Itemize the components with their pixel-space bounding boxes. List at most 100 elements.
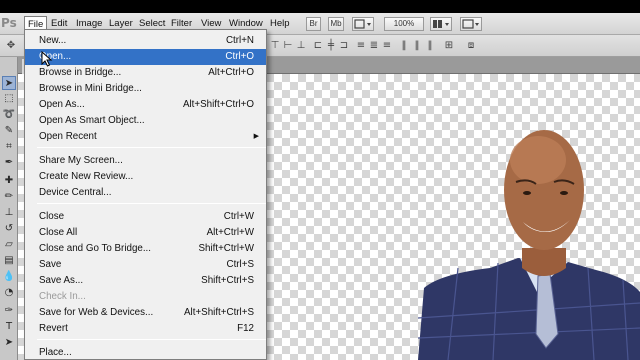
menu-separator: [37, 147, 266, 148]
dodge-tool-icon[interactable]: ◔: [2, 286, 16, 300]
eraser-tool-icon[interactable]: ▱: [2, 238, 16, 252]
photoshop-logo: Ps: [1, 16, 17, 30]
quick-selection-tool-icon[interactable]: ✎: [2, 124, 16, 138]
menu-item-label: Share My Screen...: [39, 155, 123, 166]
screen-mode-dropdown[interactable]: [460, 17, 482, 31]
menu-item-check-in: Check In...: [25, 289, 266, 305]
align-bottom-icon[interactable]: ⊥: [296, 40, 306, 51]
align-top-icon[interactable]: ⊤: [270, 40, 280, 51]
menu-item-shortcut: Ctrl+O: [225, 51, 254, 62]
menu-help[interactable]: Help: [267, 16, 293, 32]
crop-tool-icon[interactable]: ⌗: [2, 140, 16, 154]
screen-mode-icon: [462, 19, 479, 29]
menu-item-shortcut: F12: [237, 323, 254, 334]
blur-tool-icon[interactable]: 💧: [2, 270, 16, 284]
pen-tool-icon[interactable]: ✑: [2, 304, 16, 318]
menu-item-label: Open As Smart Object...: [39, 115, 145, 126]
align-vcenter-icon[interactable]: ⊢: [283, 40, 293, 51]
menu-item-new[interactable]: New... Ctrl+N: [25, 33, 266, 49]
menu-item-save[interactable]: Save Ctrl+S: [25, 257, 266, 273]
move-tool-icon[interactable]: ➤: [2, 76, 16, 90]
menu-item-label: New...: [39, 35, 67, 46]
clone-stamp-tool-icon[interactable]: ⊥: [2, 206, 16, 220]
menu-item-shortcut: Alt+Shift+Ctrl+O: [182, 99, 254, 110]
menu-item-shortcut: Ctrl+S: [226, 259, 255, 270]
menu-item-shortcut: Alt+Ctrl+W: [206, 227, 254, 238]
menu-item-close-and-go-to-bridge[interactable]: Close and Go To Bridge... Shift+Ctrl+W: [25, 241, 266, 257]
menu-separator: [37, 203, 266, 204]
bridge-button[interactable]: Br: [306, 17, 321, 31]
menu-item-label: Browse in Bridge...: [39, 67, 122, 78]
view-extras-dropdown[interactable]: [352, 17, 374, 31]
menu-item-shortcut: Alt+Ctrl+O: [208, 67, 254, 78]
arrow-cursor-icon: [41, 51, 53, 67]
menu-item-label: Device Central...: [39, 187, 112, 198]
menu-item-shortcut: Alt+Shift+Ctrl+S: [184, 307, 254, 318]
menu-item-revert[interactable]: Revert F12: [25, 321, 266, 337]
menu-item-device-central[interactable]: Device Central...: [25, 185, 266, 201]
submenu-arrow-icon: ▶: [253, 133, 259, 140]
menu-item-label: Create New Review...: [39, 171, 134, 182]
distribute-right-icon[interactable]: ‖: [425, 40, 435, 51]
brush-tool-icon[interactable]: ✏: [2, 190, 16, 204]
menu-item-label: Check In...: [39, 291, 86, 302]
menu-item-shortcut: Shift+Ctrl+S: [201, 275, 254, 286]
menu-item-label: Place...: [39, 347, 72, 358]
menu-item-close-all[interactable]: Close All Alt+Ctrl+W: [25, 225, 266, 241]
auto-align-icon[interactable]: ⊞: [444, 40, 454, 51]
marquee-tool-icon[interactable]: ⬚: [2, 92, 16, 106]
menu-item-save-for-web-and-devices[interactable]: Save for Web & Devices... Alt+Shift+Ctrl+…: [25, 305, 266, 321]
history-brush-tool-icon[interactable]: ↺: [2, 222, 16, 236]
menu-item-browse-in-mini-bridge[interactable]: Browse in Mini Bridge...: [25, 81, 266, 97]
menu-item-open-as-smart-object[interactable]: Open As Smart Object...: [25, 113, 266, 129]
distribute-hcenter-icon[interactable]: ‖: [412, 40, 422, 51]
menu-item-open[interactable]: Open... Ctrl+O: [25, 49, 266, 65]
healing-brush-tool-icon[interactable]: ✚: [2, 174, 16, 188]
menu-item-shortcut: Shift+Ctrl+W: [198, 243, 254, 254]
menu-item-label: Save for Web & Devices...: [39, 307, 154, 318]
menu-item-share-my-screen[interactable]: Share My Screen...: [25, 153, 266, 169]
align-left-icon[interactable]: ⊏: [313, 40, 323, 51]
menu-item-label: Close and Go To Bridge...: [39, 243, 152, 254]
align-hcenter-icon[interactable]: ╪: [326, 40, 336, 51]
menu-item-shortcut: Ctrl+N: [225, 35, 254, 46]
person-photo: [418, 130, 640, 360]
tools-panel: ➤ ⬚ ➰ ✎ ⌗ ✒ ✚ ✏ ⊥ ↺ ▱ ▤ 💧 ◔ ✑ T ➤: [0, 57, 18, 360]
menu-item-create-new-review[interactable]: Create New Review...: [25, 169, 266, 185]
menu-item-label: Open Recent: [39, 131, 97, 142]
type-tool-icon[interactable]: T: [2, 320, 16, 334]
menu-item-label: Browse in Mini Bridge...: [39, 83, 142, 94]
align-right-icon[interactable]: ⊐: [339, 40, 349, 51]
arrange-icon: [433, 20, 449, 28]
menu-item-label: Save As...: [39, 275, 84, 286]
distribute-left-icon[interactable]: ‖: [399, 40, 409, 51]
menu-item-close[interactable]: Close Ctrl+W: [25, 209, 266, 225]
menu-item-shortcut: Ctrl+W: [223, 211, 254, 222]
menu-item-label: Save: [39, 259, 62, 270]
menu-item-label: Open As...: [39, 99, 85, 110]
menu-item-place[interactable]: Place...: [25, 345, 266, 360]
arrange-documents-dropdown[interactable]: [430, 17, 452, 31]
menu-item-open-recent[interactable]: Open Recent ▶: [25, 129, 266, 145]
path-selection-tool-icon[interactable]: ➤: [2, 336, 16, 350]
move-tool-icon: ✥: [6, 40, 16, 51]
file-menu-dropdown: New... Ctrl+N Open... Ctrl+O Browse in Bri…: [24, 29, 267, 360]
lasso-tool-icon[interactable]: ➰: [2, 108, 16, 122]
transform-3d-icon[interactable]: ⧈: [466, 40, 476, 51]
menu-item-label: Close: [39, 211, 65, 222]
menu-item-browse-in-bridge[interactable]: Browse in Bridge... Alt+Ctrl+O: [25, 65, 266, 81]
zoom-level-select[interactable]: 100%: [384, 17, 424, 31]
menu-item-save-as[interactable]: Save As... Shift+Ctrl+S: [25, 273, 266, 289]
menu-separator: [37, 339, 266, 340]
distribute-bottom-icon[interactable]: ≡: [382, 40, 392, 51]
gradient-tool-icon[interactable]: ▤: [2, 254, 16, 268]
distribute-top-icon[interactable]: ≡: [356, 40, 366, 51]
view-extras-icon: [354, 19, 371, 29]
menu-item-label: Close All: [39, 227, 78, 238]
menu-item-label: Revert: [39, 323, 68, 334]
menu-item-open-as[interactable]: Open As... Alt+Shift+Ctrl+O: [25, 97, 266, 113]
eyedropper-tool-icon[interactable]: ✒: [2, 156, 16, 170]
distribute-vcenter-icon[interactable]: ≣: [369, 40, 379, 51]
title-bar: [0, 0, 640, 13]
mini-bridge-button[interactable]: Mb: [328, 17, 344, 31]
